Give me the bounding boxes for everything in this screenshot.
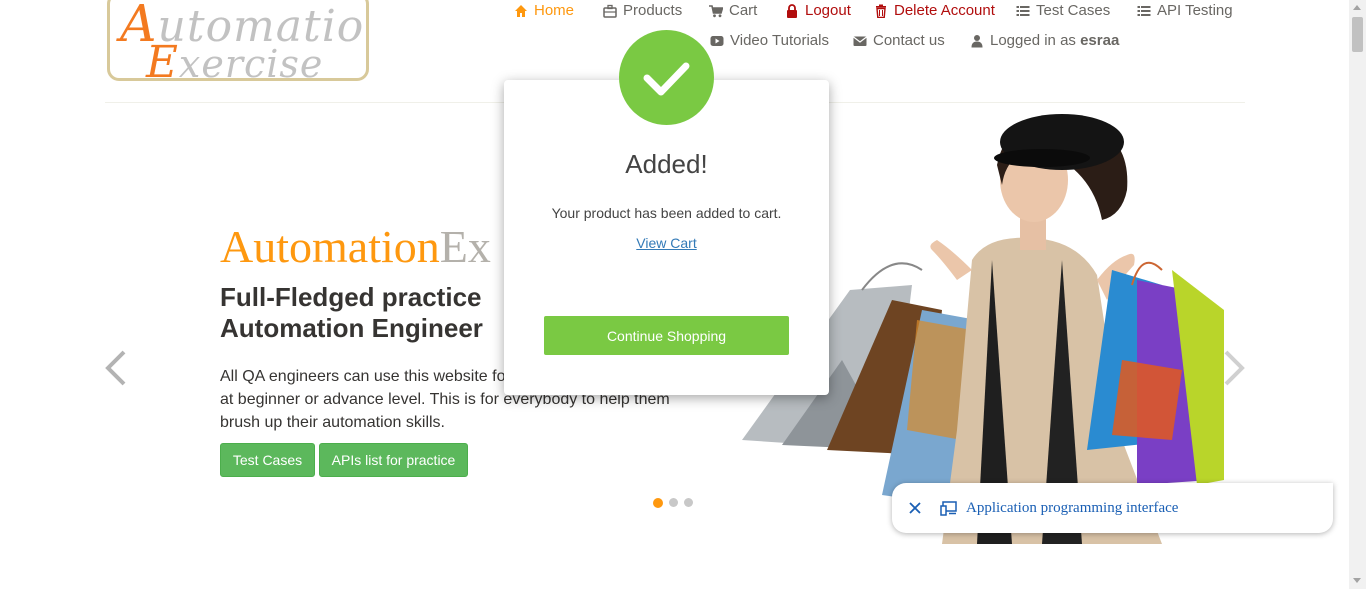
scrollbar-thumb[interactable] bbox=[1352, 17, 1363, 52]
nav-contact-us[interactable]: Contact us bbox=[853, 32, 945, 49]
view-cart-link[interactable]: View Cart bbox=[636, 235, 696, 251]
nav-api-testing[interactable]: API Testing bbox=[1137, 2, 1233, 19]
home-icon bbox=[515, 4, 527, 17]
devices-icon bbox=[940, 501, 957, 516]
nav-home-label: Home bbox=[534, 2, 575, 19]
nav-home[interactable]: Home bbox=[514, 2, 574, 19]
definition-popup: Application programming interface bbox=[892, 483, 1333, 533]
slider-next-arrow[interactable] bbox=[1222, 350, 1246, 386]
nav-logout[interactable]: Logout bbox=[785, 2, 851, 19]
trash-icon bbox=[876, 4, 886, 18]
slider-brand: AutomationEx bbox=[220, 220, 491, 273]
envelope-icon bbox=[853, 36, 867, 46]
lock-icon bbox=[787, 3, 797, 18]
added-to-cart-modal: Added! Your product has been added to ca… bbox=[504, 80, 829, 395]
modal-title: Added! bbox=[625, 149, 708, 179]
logo-text-e: E bbox=[146, 37, 179, 81]
slider-headline: Full-Fledged practice Automation Enginee… bbox=[220, 282, 483, 343]
scroll-down-arrow[interactable] bbox=[1353, 578, 1361, 583]
nav-contact-us-label: Contact us bbox=[873, 32, 945, 49]
slider-dot[interactable] bbox=[653, 497, 663, 508]
brand-automation: Automation bbox=[220, 221, 440, 272]
nav-delete-account[interactable]: Delete Account bbox=[874, 2, 995, 19]
logged-in-username: esraa bbox=[1080, 32, 1120, 49]
nav-api-testing-label: API Testing bbox=[1157, 2, 1233, 19]
close-icon[interactable] bbox=[906, 499, 924, 517]
apis-list-button[interactable]: APIs list for practice bbox=[319, 443, 468, 477]
site-logo[interactable]: Automation Exercise bbox=[107, 0, 369, 81]
slider-prev-arrow[interactable] bbox=[104, 350, 128, 386]
nav-products[interactable]: Products bbox=[603, 2, 682, 19]
modal-message: Your product has been added to cart. bbox=[551, 205, 782, 221]
briefcase-icon bbox=[603, 4, 617, 18]
nav-cart-label: Cart bbox=[729, 2, 758, 19]
checkmark-icon bbox=[643, 62, 690, 96]
slider-indicators bbox=[653, 497, 693, 508]
page-scrollbar[interactable] bbox=[1349, 0, 1366, 589]
test-cases-button[interactable]: Test Cases bbox=[220, 443, 315, 477]
scroll-up-arrow[interactable] bbox=[1353, 5, 1361, 10]
nav-logged-in-as: Logged in as esraa bbox=[970, 32, 1119, 49]
nav-products-label: Products bbox=[623, 2, 683, 19]
slider-dot[interactable] bbox=[669, 498, 678, 507]
nav-cart[interactable]: Cart bbox=[709, 2, 757, 19]
logged-in-prefix: Logged in as bbox=[990, 32, 1076, 49]
success-check-badge bbox=[619, 30, 714, 125]
brand-exercise: Ex bbox=[439, 221, 491, 272]
nav-test-cases[interactable]: Test Cases bbox=[1016, 2, 1110, 19]
nav-video-tutorials[interactable]: Video Tutorials bbox=[710, 32, 829, 49]
user-icon bbox=[971, 34, 983, 47]
logo-text-xercise: xercise bbox=[178, 42, 324, 81]
slider-dot[interactable] bbox=[684, 498, 693, 507]
list-icon bbox=[1137, 5, 1151, 16]
list-icon bbox=[1016, 5, 1030, 16]
nav-logout-label: Logout bbox=[805, 2, 851, 19]
nav-video-tutorials-label: Video Tutorials bbox=[730, 32, 829, 49]
cart-icon bbox=[709, 4, 723, 17]
nav-delete-account-label: Delete Account bbox=[894, 2, 995, 19]
chevron-left-icon bbox=[105, 350, 126, 386]
definition-text[interactable]: Application programming interface bbox=[966, 500, 1178, 517]
nav-test-cases-label: Test Cases bbox=[1036, 2, 1111, 19]
continue-shopping-button[interactable]: Continue Shopping bbox=[544, 316, 789, 355]
chevron-right-icon bbox=[1224, 350, 1245, 386]
